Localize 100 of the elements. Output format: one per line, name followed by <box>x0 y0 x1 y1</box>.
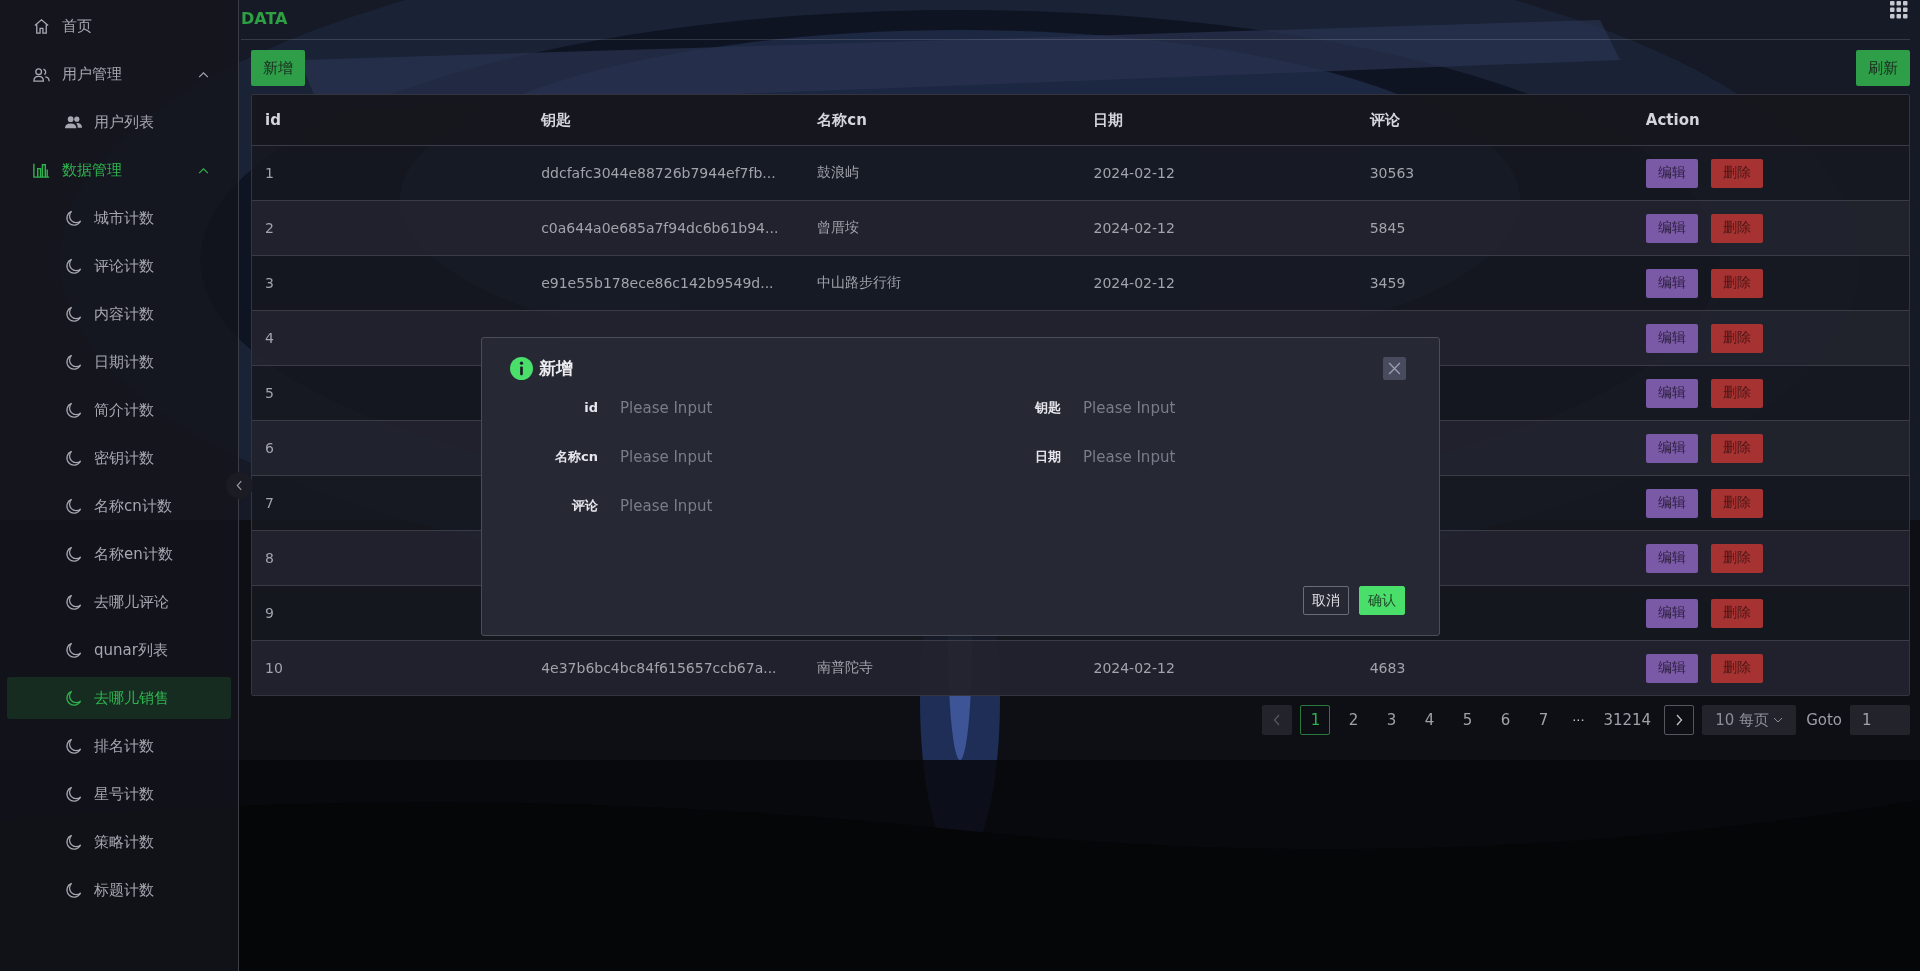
table-cell: 3459 <box>1369 275 1406 291</box>
menu-item[interactable]: 首页 <box>7 2 231 50</box>
menu-item[interactable]: 简介计数 <box>7 386 231 434</box>
table-cell: e91e55b178ece86c142b9549d... <box>541 275 774 291</box>
menu-item[interactable]: 用户列表 <box>7 98 231 146</box>
confirm-button[interactable]: 确认 <box>1359 586 1405 615</box>
page-size-select[interactable]: 10 每页 <box>1702 705 1797 735</box>
table-cell: 4683 <box>1369 660 1406 676</box>
menu-item[interactable]: 内容计数 <box>7 290 231 338</box>
page-button[interactable]: 4 <box>1414 705 1445 735</box>
table-cell: 中山路步行街 <box>817 274 902 292</box>
field-label: 钥匙 <box>1033 398 1061 417</box>
table-cell: 2024-02-12 <box>1093 660 1175 676</box>
goto-label: Goto <box>1806 711 1842 729</box>
page-button[interactable]: 31214 <box>1598 705 1657 735</box>
close-icon <box>1388 361 1401 375</box>
table-cell: ddcfafc3044e88726b7944ef7fb... <box>541 165 776 181</box>
table-cell: 2024-02-12 <box>1093 220 1175 236</box>
add-button[interactable]: 新增 <box>251 50 305 86</box>
menu-item[interactable]: 名称en计数 <box>7 530 231 578</box>
menu-item[interactable]: 数据管理 <box>7 146 231 194</box>
menu-item[interactable]: 策略计数 <box>7 818 231 866</box>
moon-icon <box>64 736 83 756</box>
input-field[interactable]: Please Input <box>1083 440 1403 473</box>
table-cell: 6 <box>265 440 274 456</box>
close-button[interactable] <box>1383 356 1406 380</box>
page-button[interactable]: 3 <box>1376 705 1407 735</box>
next-page-button[interactable] <box>1664 705 1695 735</box>
goto-input[interactable]: 1 <box>1850 705 1910 735</box>
table-cell: 30563 <box>1369 165 1415 181</box>
input-field[interactable]: Please Input <box>1083 391 1403 424</box>
table-cell: 10 <box>265 660 283 676</box>
input-field[interactable]: Please Input <box>620 489 940 522</box>
table-cell: 9 <box>265 605 274 621</box>
field-label: 名称cn <box>554 447 598 466</box>
moon-icon <box>64 496 83 516</box>
apps-grid-icon[interactable] <box>1890 0 1908 19</box>
page-button[interactable]: 5 <box>1452 705 1483 735</box>
more-pages-button[interactable]: ··· <box>1566 705 1591 735</box>
moon-icon <box>64 448 83 468</box>
menu-item[interactable]: 排名计数 <box>7 722 231 770</box>
info-icon <box>510 356 533 380</box>
table-cell: 4 <box>265 330 274 346</box>
menu-item[interactable]: 城市计数 <box>7 194 231 242</box>
chevron-left-icon <box>236 480 243 491</box>
column-header: 评论 <box>1369 110 1400 130</box>
dialog-title: 新增 <box>539 356 573 380</box>
column-header: Action <box>1645 111 1700 129</box>
column-header: 名称cn <box>817 110 867 130</box>
menu-item[interactable]: qunar列表 <box>7 626 231 674</box>
chevron-left-icon <box>1273 714 1282 726</box>
menu-item[interactable]: 名称cn计数 <box>7 482 231 530</box>
chevron-right-icon <box>1675 714 1684 726</box>
moon-icon <box>64 208 83 228</box>
table-cell: 鼓浪屿 <box>817 164 860 182</box>
moon-icon <box>64 352 83 372</box>
menu-item[interactable]: 日期计数 <box>7 338 231 386</box>
table-cell: 7 <box>265 495 274 511</box>
moon-icon <box>64 880 83 900</box>
chevron-down-icon <box>1773 717 1784 723</box>
menu-item[interactable]: 去哪儿评论 <box>7 578 231 626</box>
table-cell: 曾厝垵 <box>817 219 860 237</box>
menu-item[interactable]: 去哪儿销售 <box>7 677 231 719</box>
menu-item[interactable]: 标题计数 <box>7 866 231 914</box>
menu-item[interactable]: 密钥计数 <box>7 434 231 482</box>
page-button[interactable]: 6 <box>1490 705 1521 735</box>
table-cell: 2024-02-12 <box>1093 165 1175 181</box>
table-cell: c0a644a0e685a7f94dc6b61b94... <box>541 220 779 236</box>
home-icon <box>32 16 51 36</box>
cancel-button[interactable]: 取消 <box>1303 586 1349 615</box>
page-button[interactable]: 1 <box>1300 705 1331 735</box>
table-cell: 2 <box>265 220 274 236</box>
menu-item[interactable]: 用户管理 <box>7 50 231 98</box>
menu-item[interactable]: 星号计数 <box>7 770 231 818</box>
table-cell: 1 <box>265 165 274 181</box>
column-header: id <box>265 111 281 129</box>
menu-item[interactable]: 评论计数 <box>7 242 231 290</box>
input-field[interactable]: Please Input <box>620 440 940 473</box>
field-label: id <box>583 400 598 415</box>
table-cell: 8 <box>265 550 274 566</box>
column-header: 日期 <box>1093 110 1124 130</box>
moon-icon <box>64 304 83 324</box>
input-field[interactable]: Please Input <box>620 391 940 424</box>
table-cell: 5845 <box>1369 220 1406 236</box>
column-header: 钥匙 <box>541 110 572 130</box>
moon-icon <box>64 784 83 804</box>
moon-icon <box>64 400 83 420</box>
moon-icon <box>64 640 83 660</box>
table-cell: 南普陀寺 <box>817 659 874 677</box>
refresh-button[interactable]: 刷新 <box>1856 50 1910 86</box>
moon-icon <box>64 688 83 708</box>
table-cell: 3 <box>265 275 274 291</box>
field-label: 日期 <box>1034 447 1061 466</box>
page-button[interactable]: 2 <box>1338 705 1369 735</box>
moon-icon <box>64 544 83 564</box>
moon-icon <box>64 832 83 852</box>
table-cell: 4e37b6bc4bc84f615657ccb67a... <box>541 660 777 676</box>
page-button[interactable]: 7 <box>1528 705 1559 735</box>
field-label: 评论 <box>571 496 598 515</box>
moon-icon <box>64 592 83 612</box>
